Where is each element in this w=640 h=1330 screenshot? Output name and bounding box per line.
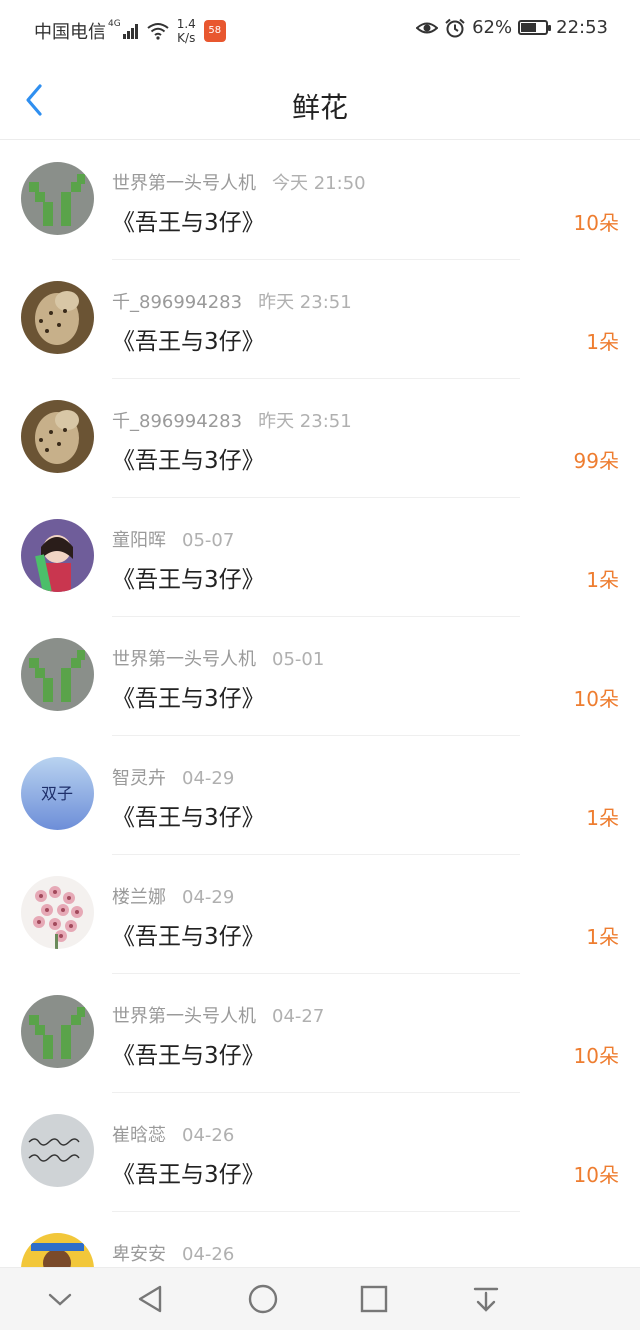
record-meta: 智灵卉 04-29 — [112, 764, 234, 790]
avatar[interactable] — [21, 400, 94, 473]
username[interactable]: 世界第一头号人机 — [112, 649, 256, 670]
username[interactable]: 千_896994283 — [112, 411, 242, 432]
timestamp: 昨天 23:51 — [258, 292, 352, 313]
chevron-down-icon[interactable] — [43, 1282, 77, 1316]
list-item[interactable]: 楼兰娜 04-29 《吾王与3仔》 1朵 — [0, 855, 640, 974]
avatar[interactable] — [21, 1114, 94, 1187]
alarm-icon — [445, 18, 465, 37]
timestamp: 04-29 — [182, 768, 235, 789]
username[interactable]: 崔晗蕊 — [112, 1125, 166, 1146]
avatar[interactable] — [21, 1233, 94, 1267]
eye-icon — [416, 22, 439, 33]
record-meta: 千_896994283 昨天 23:51 — [112, 288, 352, 314]
status-bar: 中国电信 4G 1.4 K/s 58 62% 22:53 — [0, 0, 640, 58]
flower-count: 1朵 — [586, 568, 619, 592]
flower-count: 10朵 — [573, 1163, 619, 1187]
list-item[interactable]: 千_896994283 昨天 23:51 《吾王与3仔》 1朵 — [0, 260, 640, 379]
username[interactable]: 楼兰娜 — [112, 887, 166, 908]
app-notification-icon: 58 — [203, 20, 226, 42]
username[interactable]: 世界第一头号人机 — [112, 1006, 256, 1027]
flower-count: 1朵 — [586, 925, 619, 949]
avatar[interactable] — [21, 876, 94, 949]
username[interactable]: 千_896994283 — [112, 292, 242, 313]
avatar[interactable] — [21, 281, 94, 354]
username[interactable]: 童阳晖 — [112, 530, 166, 551]
book-title: 《吾王与3仔》 — [112, 1043, 265, 1069]
carrier-label: 中国电信 — [34, 22, 106, 43]
list-item[interactable]: 童阳晖 05-07 《吾王与3仔》 1朵 — [0, 498, 640, 617]
back-triangle-icon[interactable] — [134, 1282, 168, 1316]
wifi-icon — [147, 23, 169, 40]
book-title: 《吾王与3仔》 — [112, 686, 265, 712]
record-meta: 童阳晖 05-07 — [112, 526, 234, 552]
network-type: 4G — [108, 19, 121, 29]
list-item[interactable]: 卑安安 04-26 — [0, 1212, 640, 1267]
svg-text:双子: 双子 — [41, 784, 73, 803]
timestamp: 04-29 — [182, 887, 235, 908]
book-title: 《吾王与3仔》 — [112, 329, 265, 355]
list-item[interactable]: 崔晗蕊 04-26 《吾王与3仔》 10朵 — [0, 1093, 640, 1212]
clock: 22:53 — [556, 17, 608, 38]
record-meta: 崔晗蕊 04-26 — [112, 1121, 234, 1147]
download-icon[interactable] — [469, 1282, 503, 1316]
username[interactable]: 世界第一头号人机 — [112, 173, 256, 194]
record-meta: 楼兰娜 04-29 — [112, 883, 234, 909]
record-meta: 世界第一头号人机 05-01 — [112, 645, 324, 671]
network-speed: 1.4 K/s — [176, 17, 196, 45]
system-nav-bar — [0, 1267, 640, 1330]
avatar[interactable] — [21, 519, 94, 592]
battery-percent: 62% — [472, 17, 513, 38]
book-title: 《吾王与3仔》 — [112, 924, 265, 950]
username[interactable]: 智灵卉 — [112, 768, 166, 789]
record-meta: 卑安安 04-26 — [112, 1240, 234, 1266]
timestamp: 今天 21:50 — [272, 173, 366, 194]
list-item[interactable]: 世界第一头号人机 05-01 《吾王与3仔》 10朵 — [0, 617, 640, 736]
timestamp: 昨天 23:51 — [258, 411, 352, 432]
page-title: 鲜花 — [291, 91, 348, 124]
book-title: 《吾王与3仔》 — [112, 448, 265, 474]
book-title: 《吾王与3仔》 — [112, 567, 265, 593]
list-item[interactable]: 双子 智灵卉 04-29 《吾王与3仔》 1朵 — [0, 736, 640, 855]
flower-count: 10朵 — [573, 1044, 619, 1068]
home-circle-icon[interactable] — [246, 1282, 280, 1316]
record-meta: 世界第一头号人机 04-27 — [112, 1002, 324, 1028]
record-meta: 千_896994283 昨天 23:51 — [112, 407, 352, 433]
timestamp: 05-07 — [182, 530, 235, 551]
username[interactable]: 卑安安 — [112, 1244, 166, 1265]
list-item[interactable]: 千_896994283 昨天 23:51 《吾王与3仔》 99朵 — [0, 379, 640, 498]
avatar[interactable]: 双子 — [21, 757, 94, 830]
book-title: 《吾王与3仔》 — [112, 210, 265, 236]
avatar[interactable] — [21, 638, 94, 711]
battery-icon — [518, 20, 552, 35]
timestamp: 05-01 — [272, 649, 325, 670]
list-item[interactable]: 世界第一头号人机 04-27 《吾王与3仔》 10朵 — [0, 974, 640, 1093]
app-header: 鲜花 — [0, 58, 640, 140]
book-title: 《吾王与3仔》 — [112, 1162, 265, 1188]
flower-count: 1朵 — [586, 330, 619, 354]
list-item[interactable]: 世界第一头号人机 今天 21:50 《吾王与3仔》 10朵 — [0, 141, 640, 260]
book-title: 《吾王与3仔》 — [112, 805, 265, 831]
avatar[interactable] — [21, 995, 94, 1068]
flower-count: 99朵 — [573, 449, 619, 473]
flower-count: 10朵 — [573, 687, 619, 711]
flower-record-list[interactable]: 世界第一头号人机 今天 21:50 《吾王与3仔》 10朵 千_896994283 昨天 … — [0, 141, 640, 1267]
timestamp: 04-27 — [272, 1006, 325, 1027]
signal-icon — [122, 23, 139, 39]
record-meta: 世界第一头号人机 今天 21:50 — [112, 169, 366, 195]
flower-count: 1朵 — [586, 806, 619, 830]
recent-square-icon[interactable] — [357, 1282, 391, 1316]
flower-count: 10朵 — [573, 211, 619, 235]
timestamp: 04-26 — [182, 1244, 235, 1265]
avatar[interactable] — [21, 162, 94, 235]
timestamp: 04-26 — [182, 1125, 235, 1146]
